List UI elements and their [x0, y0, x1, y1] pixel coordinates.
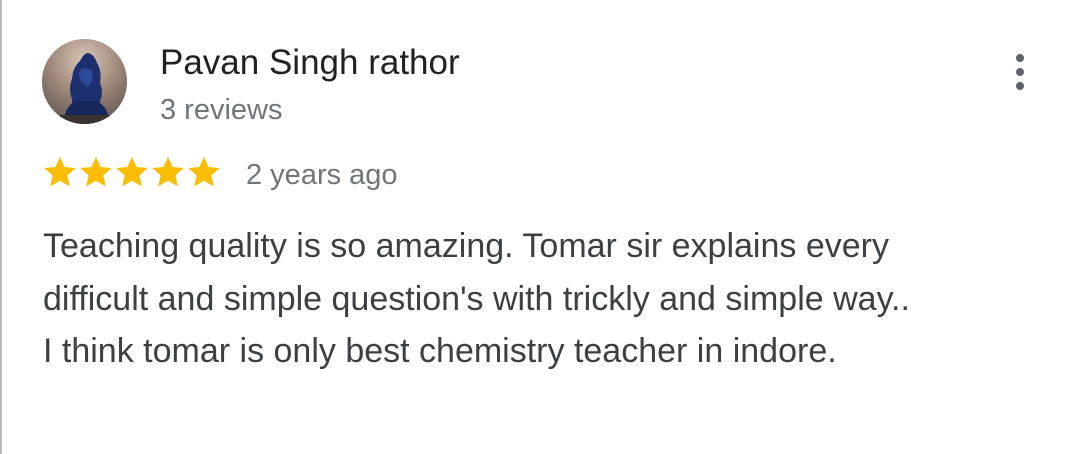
star-icon	[152, 156, 184, 187]
more-options-button[interactable]	[1000, 48, 1040, 96]
review-count: 3 reviews	[160, 94, 283, 126]
star-icon	[44, 156, 76, 187]
review-time: 2 years ago	[246, 159, 398, 191]
avatar[interactable]	[42, 39, 127, 124]
more-vert-icon	[1016, 54, 1024, 62]
avatar-photo	[42, 39, 127, 124]
star-icon	[80, 156, 112, 187]
more-vert-icon-dot-3	[1016, 82, 1024, 90]
review-text: Teaching quality is so amazing. Tomar si…	[43, 227, 910, 370]
reviewer-name[interactable]: Pavan Singh rathor	[160, 41, 460, 85]
star-rating	[42, 153, 222, 195]
star-icon	[116, 156, 148, 187]
more-vert-icon-dot-2	[1016, 68, 1024, 76]
star-icon	[188, 156, 220, 187]
left-divider	[0, 0, 2, 454]
